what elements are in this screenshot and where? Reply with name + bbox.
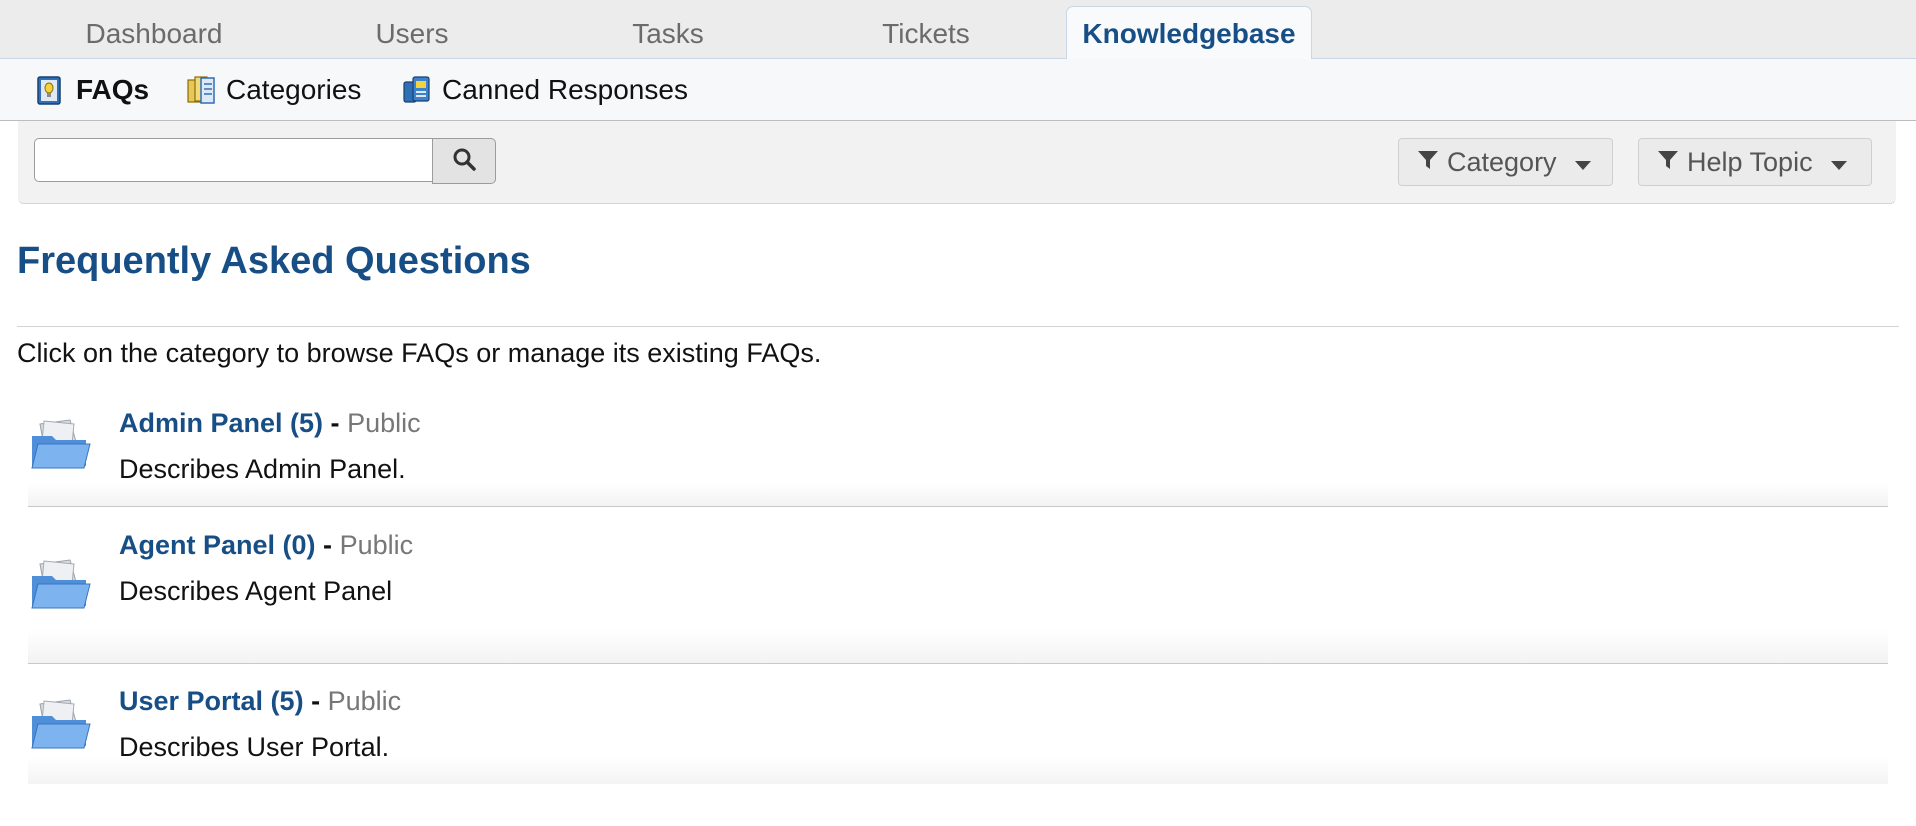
category-separator: -	[311, 686, 321, 716]
category-separator: -	[323, 530, 333, 560]
folder-icon	[30, 558, 92, 617]
search-input[interactable]	[34, 138, 432, 182]
tab-dashboard[interactable]: Dashboard	[54, 14, 254, 54]
canned-responses-icon	[402, 74, 430, 106]
subnav-canned-responses[interactable]: Canned Responses	[402, 73, 688, 107]
tab-knowledgebase[interactable]: Knowledgebase	[1066, 6, 1312, 61]
category-description: Describes Admin Panel.	[119, 454, 406, 484]
category-row: Agent Panel (0) - Public Describes Agent…	[28, 507, 1888, 664]
category-row: Admin Panel (5) - Public Describes Admin…	[28, 400, 1888, 507]
caret-down-icon	[1574, 147, 1591, 178]
category-separator: -	[330, 408, 340, 438]
search-button[interactable]	[432, 138, 496, 184]
folder-icon	[30, 698, 92, 757]
category-header: Agent Panel (0) - Public	[119, 530, 413, 561]
category-link[interactable]: User Portal (5)	[119, 686, 304, 716]
category-filter-label: Category	[1447, 146, 1557, 177]
category-visibility: Public	[347, 408, 421, 438]
tab-users[interactable]: Users	[332, 14, 492, 54]
subnav-faqs-label: FAQs	[76, 74, 150, 105]
help-topic-filter-dropdown[interactable]: Help Topic	[1638, 138, 1872, 186]
sub-nav: FAQs Categories Canned Responses	[0, 59, 1916, 121]
page-title: Frequently Asked Questions	[17, 240, 531, 282]
subnav-faqs[interactable]: FAQs	[36, 73, 149, 107]
title-divider	[17, 326, 1899, 327]
category-row: User Portal (5) - Public Describes User …	[28, 664, 1888, 784]
funnel-icon	[1657, 147, 1679, 178]
top-nav: Dashboard Users Tasks Tickets Knowledgeb…	[0, 0, 1916, 61]
category-description: Describes Agent Panel	[119, 576, 393, 606]
category-visibility: Public	[339, 530, 414, 560]
intro-text: Click on the category to browse FAQs or …	[17, 338, 822, 368]
category-description: Describes User Portal.	[119, 732, 390, 762]
folder-icon	[30, 418, 92, 477]
categories-icon	[186, 74, 215, 106]
category-visibility: Public	[327, 686, 402, 716]
subnav-categories-label: Categories	[226, 74, 362, 105]
tab-tasks[interactable]: Tasks	[598, 14, 738, 54]
category-filter-dropdown[interactable]: Category	[1398, 138, 1613, 186]
subnav-canned-responses-label: Canned Responses	[442, 74, 688, 105]
subnav-categories[interactable]: Categories	[186, 73, 361, 107]
tab-tickets[interactable]: Tickets	[852, 14, 1000, 54]
help-topic-filter-label: Help Topic	[1687, 146, 1813, 177]
category-header: Admin Panel (5) - Public	[119, 408, 421, 439]
search-bar: Category Help Topic	[18, 121, 1896, 204]
funnel-icon	[1417, 147, 1439, 178]
category-link[interactable]: Admin Panel (5)	[119, 408, 323, 438]
caret-down-icon	[1830, 147, 1847, 178]
magnifier-icon	[452, 147, 476, 176]
category-link[interactable]: Agent Panel (0)	[119, 530, 316, 560]
category-header: User Portal (5) - Public	[119, 686, 401, 717]
faq-book-icon	[36, 74, 64, 106]
